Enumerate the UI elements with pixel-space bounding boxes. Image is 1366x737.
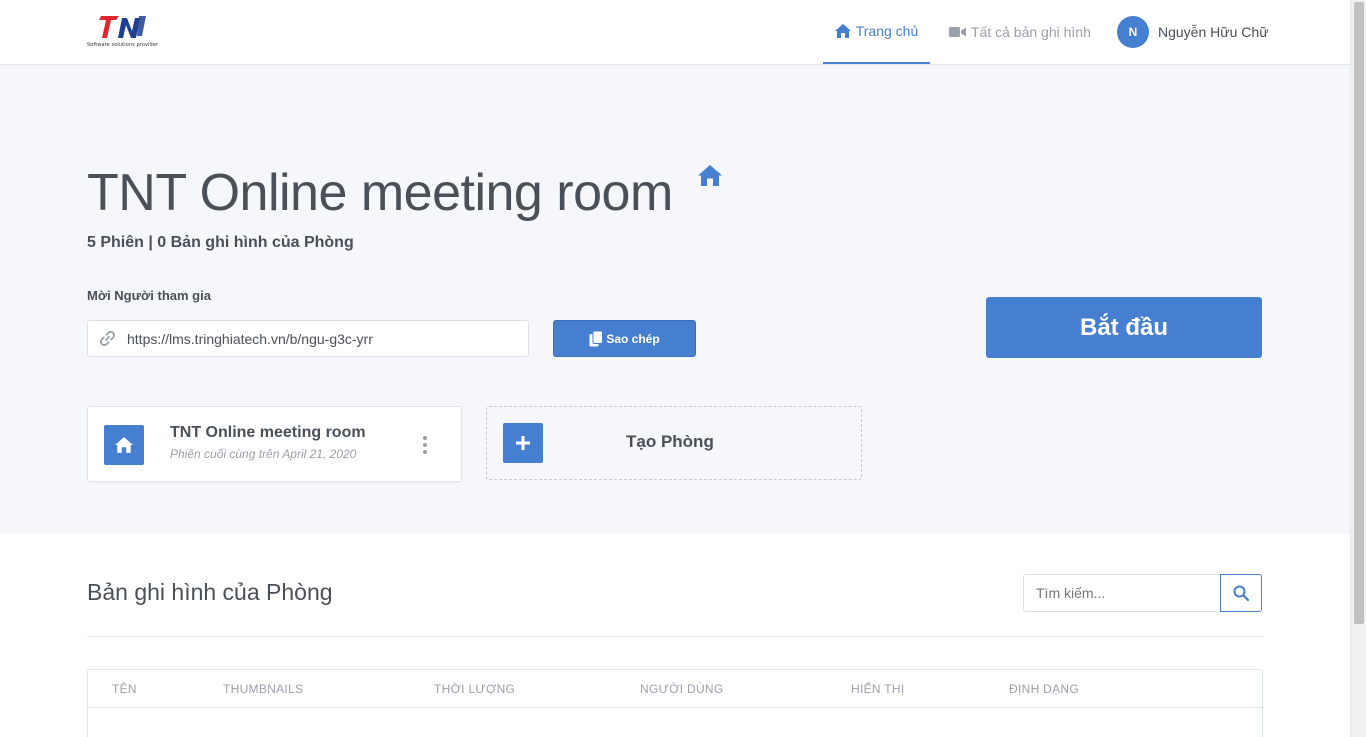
video-camera-icon: [949, 27, 966, 37]
company-logo[interactable]: Software solutions provider: [87, 14, 159, 50]
room-card[interactable]: TNT Online meeting room Phiên cuối cùng …: [87, 406, 462, 482]
column-header-thumbnails[interactable]: Thumbnails: [223, 682, 303, 696]
avatar: N: [1117, 16, 1149, 48]
search-icon: [1233, 585, 1250, 601]
tn-logo-icon: [99, 16, 146, 38]
room-hero: TNT Online meeting room 5 Phiên | 0 Bản …: [0, 65, 1350, 534]
nav-recordings-label: Tất cả bản ghi hình: [971, 24, 1091, 40]
section-divider: [87, 636, 1263, 637]
user-menu[interactable]: N Nguyễn Hữu Chữ: [1117, 16, 1269, 48]
page-title: TNT Online meeting room: [87, 164, 673, 222]
search-input[interactable]: [1023, 574, 1221, 612]
start-button[interactable]: Bắt đầu: [986, 297, 1262, 358]
home-icon: [834, 24, 851, 38]
copy-button-label: Sao chép: [606, 331, 660, 346]
room-card-last-session: Phiên cuối cùng trên April 21, 2020: [170, 447, 357, 461]
column-header-format[interactable]: Định dạng: [1009, 682, 1079, 696]
user-name: Nguyễn Hữu Chữ: [1158, 24, 1269, 40]
room-card-name: TNT Online meeting room: [170, 424, 366, 441]
search-button[interactable]: [1220, 574, 1262, 612]
invite-url-value: https://lms.tringhiatech.vn/b/ngu-g3c-yr…: [127, 330, 373, 347]
column-header-users[interactable]: Người dùng: [640, 682, 724, 696]
vertical-ellipsis-icon[interactable]: [421, 436, 429, 454]
logo-tagline: Software solutions provider: [87, 42, 159, 48]
home-icon: [698, 165, 722, 186]
recordings-search: [1023, 574, 1262, 612]
copy-icon: [589, 330, 604, 346]
column-header-name[interactable]: Tên: [112, 682, 137, 696]
create-room-card[interactable]: Tạo Phòng: [486, 406, 862, 480]
home-icon: [115, 437, 133, 453]
nav-home-link[interactable]: Trang chủ: [823, 0, 930, 64]
recordings-table: Tên Thumbnails Thời lượng Người dùng Hiể…: [87, 669, 1263, 737]
column-header-visibility[interactable]: Hiển thị: [851, 682, 905, 696]
invite-label: Mời Người tham gia: [87, 288, 211, 303]
recordings-title: Bản ghi hình của Phòng: [87, 579, 333, 605]
nav-home-label: Trang chủ: [855, 23, 919, 39]
room-stats: 5 Phiên | 0 Bản ghi hình của Phòng: [87, 234, 354, 251]
invite-url-field[interactable]: https://lms.tringhiatech.vn/b/ngu-g3c-yr…: [87, 320, 529, 357]
table-header: Tên Thumbnails Thời lượng Người dùng Hiể…: [88, 670, 1262, 708]
plus-icon: [503, 423, 543, 463]
column-header-duration[interactable]: Thời lượng: [434, 682, 515, 696]
nav-recordings-link[interactable]: Tất cả bản ghi hình: [949, 0, 1091, 64]
copy-button[interactable]: Sao chép: [553, 320, 696, 357]
navbar: Software solutions provider Trang chủ Tấ…: [0, 0, 1350, 65]
room-card-icon: [104, 425, 144, 465]
link-icon: [100, 331, 115, 346]
page-scrollbar[interactable]: [1350, 0, 1366, 737]
scrollbar-thumb[interactable]: [1354, 2, 1364, 624]
